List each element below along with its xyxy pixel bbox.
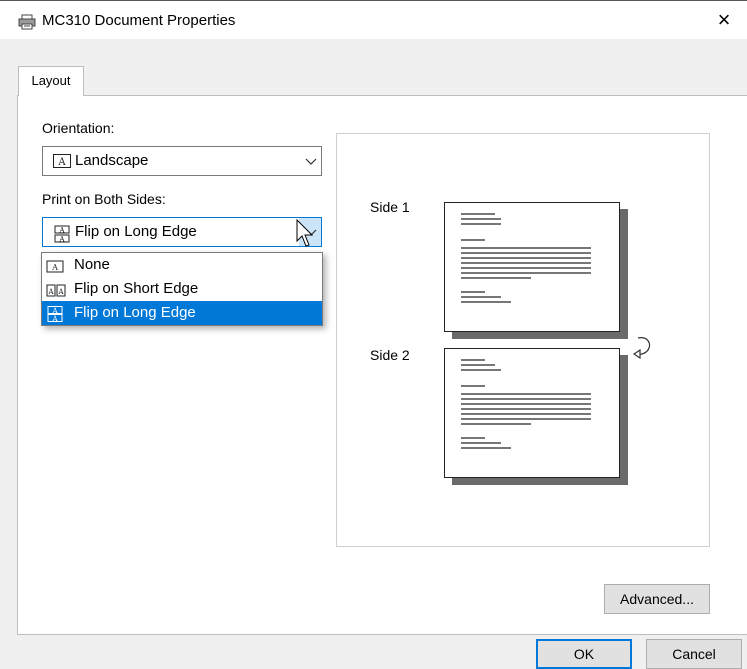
side-1-label: Side 1 [370,199,410,215]
chevron-down-icon [305,154,317,166]
option-label: None [74,256,110,273]
printer-icon [18,14,36,30]
duplex-value: Flip on Long Edge [75,223,197,240]
duplex-dropdown-list: A None AA Flip on Short Edge AA Flip on … [41,252,323,326]
long-edge-icon: A A [53,225,71,246]
side-2-label: Side 2 [370,347,410,363]
option-none[interactable]: A None [42,253,322,277]
flip-rotate-icon [630,334,656,362]
option-flip-long-edge[interactable]: AA Flip on Long Edge [42,301,322,325]
svg-text:A: A [57,157,66,168]
duplex-label: Print on Both Sides: [42,191,166,207]
side-2-page [444,348,620,478]
duplex-select[interactable]: A A Flip on Long Edge [42,217,322,247]
orientation-label: Orientation: [42,120,115,136]
option-label: Flip on Short Edge [74,280,199,297]
close-icon[interactable]: × [701,1,747,39]
ok-button[interactable]: OK [536,639,632,669]
svg-text:A: A [58,236,65,244]
svg-text:A: A [58,227,65,235]
tab-layout[interactable]: Layout [18,66,84,96]
orientation-select[interactable]: A Landscape [42,146,322,176]
document-properties-window: MC310 Document Properties × Layout Orien… [0,0,747,669]
svg-text:A: A [57,288,64,296]
orientation-value: Landscape [75,152,149,169]
svg-text:A: A [51,263,58,272]
option-flip-short-edge[interactable]: AA Flip on Short Edge [42,277,322,301]
svg-text:A: A [51,315,58,322]
svg-text:A: A [47,288,54,296]
window-title: MC310 Document Properties [42,12,236,29]
mouse-cursor-icon [296,218,316,249]
svg-text:A: A [51,307,58,315]
option-label: Flip on Long Edge [74,304,196,321]
landscape-icon: A [53,154,71,171]
long-edge-icon: AA [46,306,64,330]
advanced-button[interactable]: Advanced... [604,584,710,614]
cancel-button[interactable]: Cancel [646,639,742,669]
side-1-page [444,202,620,332]
title-bar: MC310 Document Properties × [0,1,747,39]
